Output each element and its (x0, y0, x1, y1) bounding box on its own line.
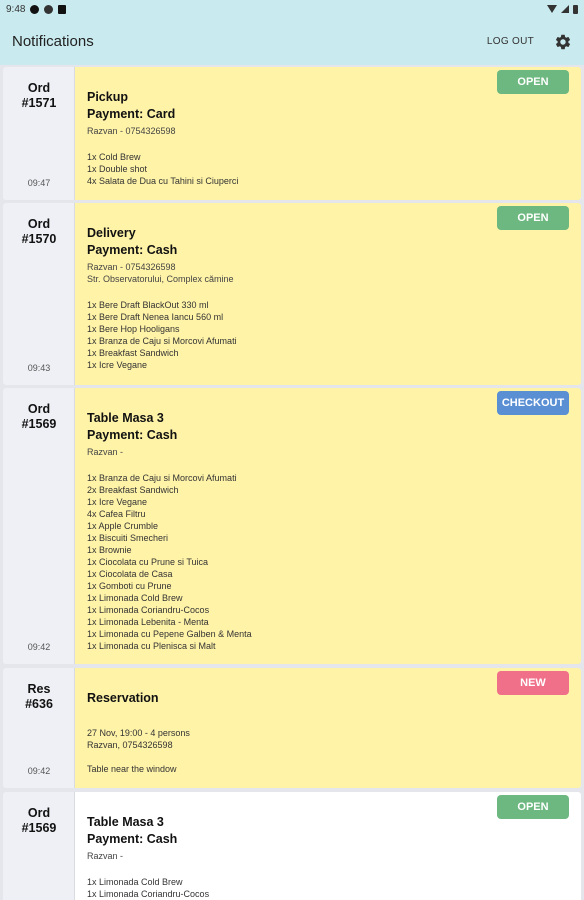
status-badge[interactable]: OPEN (497, 795, 569, 819)
list-item: 4x Cafea Filtru (87, 509, 146, 519)
app-bar: Notifications LOG OUT (0, 18, 584, 65)
list-item: 1x Biscuiti Smecheri (87, 533, 169, 543)
list-item: 1x Limonada cu Pepene Galben & Menta (87, 629, 252, 639)
list-item: 1x Bere Draft Nenea Iancu 560 ml (87, 312, 224, 322)
order-card[interactable]: Ord #1569 OPEN Table Masa 3 Payment: Cas… (3, 792, 581, 900)
sync-icon (44, 4, 54, 14)
customer-info: Razvan - 0754326598 (87, 126, 176, 136)
card-id-panel: Res #636 09:42 (3, 668, 75, 788)
status-left: 9:48 (6, 3, 67, 15)
status-badge[interactable]: OPEN (497, 70, 569, 94)
reservation-card[interactable]: Res #636 09:42 NEW Reservation 27 Nov, 1… (3, 668, 581, 788)
order-time: 09:42 (27, 642, 51, 652)
customer-info: Razvan, 0754326598 (87, 740, 173, 750)
order-items: 1x Cold Brew 1x Double shot 4x Salata de… (87, 151, 569, 187)
list-item: 1x Bere Draft BlackOut 330 ml (87, 300, 209, 310)
reservation-time: 09:42 (27, 766, 51, 776)
status-right (547, 4, 578, 14)
payment-method: Payment: Cash (87, 428, 178, 442)
status-badge[interactable]: CHECKOUT (497, 391, 569, 415)
gear-icon[interactable] (554, 33, 572, 51)
card-body: CHECKOUT Table Masa 3 Payment: Cash Razv… (75, 388, 581, 664)
card-body: OPEN Delivery Payment: Cash Razvan - 075… (75, 203, 581, 385)
status-bar: 9:48 (0, 0, 584, 18)
reservation-number: Res #636 (25, 682, 53, 711)
order-card[interactable]: Ord #1571 09:47 OPEN Pickup Payment: Car… (3, 67, 581, 200)
list-item: 1x Branza de Caju si Morcovi Afumati (87, 473, 237, 483)
sim-card-icon (58, 4, 67, 14)
status-time: 9:48 (6, 3, 26, 15)
order-time: 09:47 (27, 178, 51, 188)
order-card[interactable]: Ord #1569 09:42 CHECKOUT Table Masa 3 Pa… (3, 388, 581, 664)
card-id-panel: Ord #1569 09:42 (3, 388, 75, 664)
list-item: 1x Limonada Cold Brew (87, 877, 183, 887)
order-number: Ord #1570 (21, 217, 57, 246)
card-id-panel: Ord #1571 09:47 (3, 67, 75, 200)
card-body: NEW Reservation 27 Nov, 19:00 - 4 person… (75, 668, 581, 788)
order-items: 1x Limonada Cold Brew 1x Limonada Corian… (87, 876, 569, 900)
signal-icon (561, 5, 569, 13)
reservation-note: Table near the window (87, 764, 177, 774)
card-id-panel: Ord #1570 09:43 (3, 203, 75, 385)
order-number: Ord #1569 (21, 402, 57, 431)
list-item: 1x Bere Hop Hooligans (87, 324, 180, 334)
list-item: 1x Icre Vegane (87, 497, 148, 507)
order-items: 1x Bere Draft BlackOut 330 ml 1x Bere Dr… (87, 299, 569, 371)
list-item: 1x Limonada Lebenita - Menta (87, 617, 209, 627)
status-badge[interactable]: OPEN (497, 206, 569, 230)
battery-icon (573, 4, 578, 14)
list-item: 1x Double shot (87, 164, 148, 174)
order-items: 1x Branza de Caju si Morcovi Afumati 2x … (87, 472, 569, 652)
list-item: 1x Ciocolata de Casa (87, 569, 173, 579)
order-number: Ord #1571 (21, 81, 57, 110)
list-item: 1x Apple Crumble (87, 521, 159, 531)
card-body: OPEN Pickup Payment: Card Razvan - 07543… (75, 67, 581, 200)
reservation-details: 27 Nov, 19:00 - 4 persons Razvan, 075432… (87, 727, 569, 775)
list-item: 1x Gomboti cu Prune (87, 581, 172, 591)
order-card[interactable]: Ord #1570 09:43 OPEN Delivery Payment: C… (3, 203, 581, 385)
list-item: 1x Brownie (87, 545, 132, 555)
reservation-datetime: 27 Nov, 19:00 - 4 persons (87, 728, 190, 738)
card-body: OPEN Table Masa 3 Payment: Cash Razvan -… (75, 792, 581, 900)
customer-info: Razvan - (87, 447, 124, 457)
list-item: 1x Limonada Coriandru-Cocos (87, 889, 210, 899)
payment-method: Payment: Cash (87, 832, 178, 846)
list-item: 1x Breakfast Sandwich (87, 348, 179, 358)
payment-method: Payment: Card (87, 107, 176, 121)
order-number: Ord #1569 (21, 806, 57, 835)
list-item: 1x Limonada Cold Brew (87, 593, 183, 603)
status-badge[interactable]: NEW (497, 671, 569, 695)
list-item: 1x Icre Vegane (87, 360, 148, 370)
list-item: 1x Limonada cu Plenisca si Malt (87, 641, 216, 651)
list-item: 4x Salata de Dua cu Tahini si Ciuperci (87, 176, 239, 186)
payment-method: Payment: Cash (87, 243, 178, 257)
list-item: 1x Ciocolata cu Prune si Tuica (87, 557, 209, 567)
list-item: 1x Cold Brew (87, 152, 141, 162)
list-item: 1x Limonada Coriandru-Cocos (87, 605, 210, 615)
list-item: 1x Branza de Caju si Morcovi Afumati (87, 336, 237, 346)
wifi-icon (547, 5, 557, 13)
notification-list[interactable]: Ord #1571 09:47 OPEN Pickup Payment: Car… (0, 65, 584, 900)
logout-button[interactable]: LOG OUT (487, 36, 534, 47)
notification-dot-icon (30, 4, 40, 14)
list-item: 2x Breakfast Sandwich (87, 485, 179, 495)
customer-info: Razvan - (87, 851, 124, 861)
order-time: 09:43 (27, 363, 51, 373)
customer-info: Razvan - 0754326598 (87, 262, 176, 272)
page-title: Notifications (12, 33, 94, 50)
delivery-address: Str. Observatorului, Complex cămine (87, 274, 234, 284)
card-id-panel: Ord #1569 (3, 792, 75, 900)
